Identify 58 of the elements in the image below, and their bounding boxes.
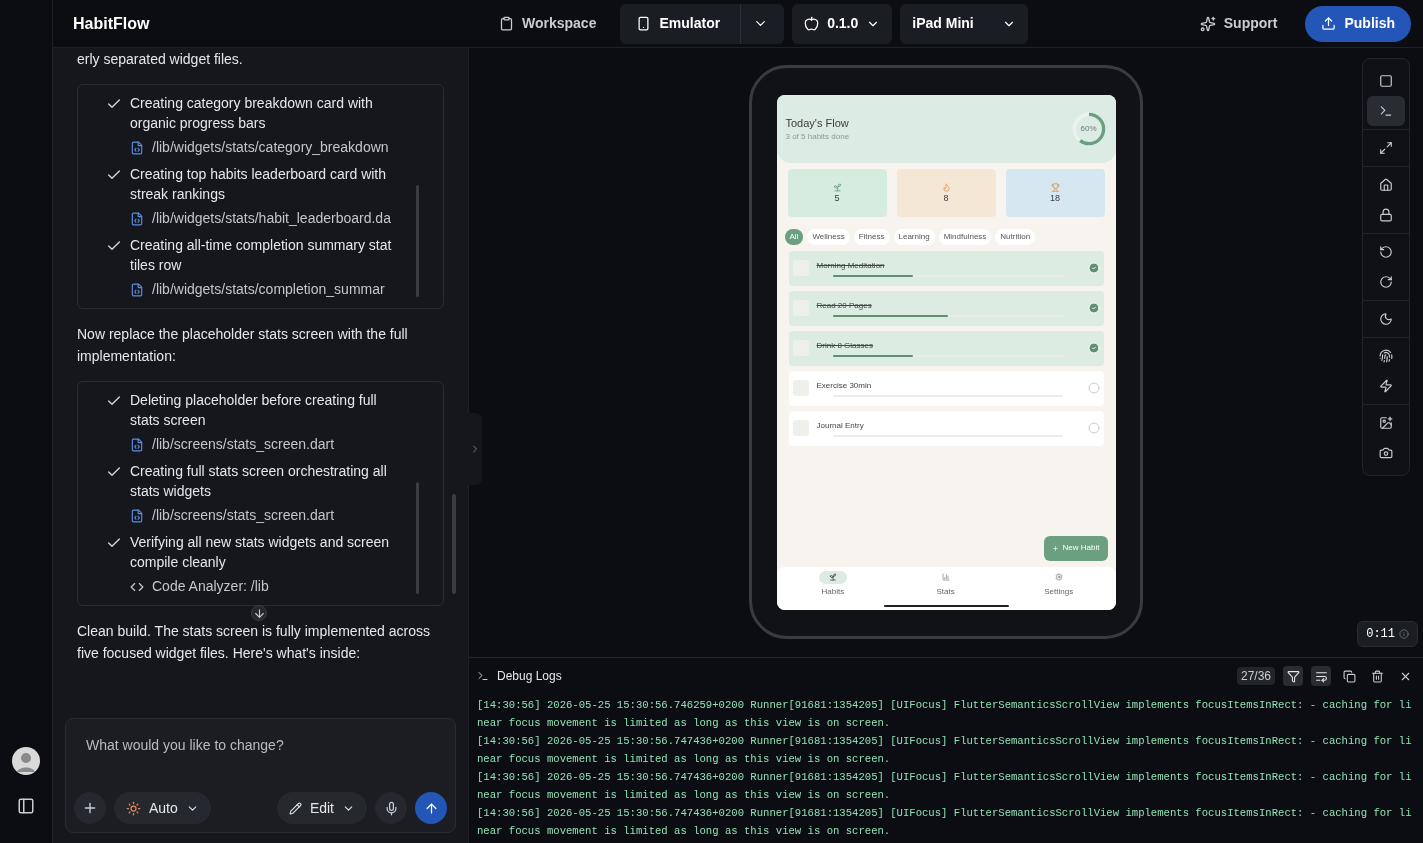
screen-title: Today's Flow	[785, 115, 850, 131]
nav-label: Habits	[821, 585, 845, 598]
view-tab[interactable]: Emulator	[620, 3, 785, 44]
progress-label: 60%	[1080, 124, 1097, 133]
nav-item[interactable]: Settings	[1044, 570, 1074, 598]
nav-item[interactable]: Stats	[931, 570, 960, 598]
habit-row[interactable]: Journal Entry	[788, 410, 1104, 446]
category-chip[interactable]: Nutrition	[995, 228, 1036, 245]
mode-dropdown[interactable]: Auto	[114, 792, 211, 824]
habit-name: Journal Entry	[816, 419, 865, 432]
prompt-field[interactable]: What would you like to change? Auto Edit	[65, 718, 456, 833]
step-text: Creating top habits leaderboard card with streak rankings	[130, 165, 388, 204]
step-text: Creating full stats screen orchestrating all stats widgets	[130, 462, 388, 501]
habit-name: Read 20 Pages	[816, 299, 873, 312]
nav-label: Stats	[936, 585, 955, 598]
category-chip[interactable]: Learning	[893, 228, 935, 245]
message-text: erly separated widget files.	[77, 50, 244, 69]
habit-name: Drink 8 Glasses	[816, 339, 874, 352]
stat-value: 8	[943, 193, 949, 203]
habit-row[interactable]: Read 20 Pages	[788, 290, 1104, 326]
step-text: Deleting placeholder before creating full stats screen	[130, 391, 378, 430]
category-chip[interactable]: Wellness	[807, 228, 850, 245]
log-line: [14:30:56] 2026-05-25 15:30:56.747436+0200 Runner[91681:1354205] [UIFocus] FlutterSemanticsScrollView implements focusItemsInRect: - caching for linear focus movement is limited as long as this view is on screen.	[477, 806, 1413, 839]
version-dropdown[interactable]: 0.1.0	[792, 3, 893, 44]
device-dropdown[interactable]: iPad Mini	[900, 3, 1029, 44]
stat-value: 18	[1050, 193, 1060, 203]
log-line: [14:30:56] 2026-05-25 15:30:56.746259+0200 Runner[91681:1354205] [UIFocus] FlutterSemanticsScrollView implements focusItemsInRect: - caching for linear focus movement is limited as long as this view is on screen.	[477, 698, 1413, 731]
message-text: Now replace the placeholder stats screen with the full implementation:	[77, 325, 409, 366]
habit-row[interactable]: Drink 8 Glasses	[788, 330, 1104, 366]
habit-name: Exercise 30min	[816, 379, 873, 392]
timer-text: 0:11	[1366, 626, 1395, 643]
habit-row[interactable]: Morning Meditation	[788, 250, 1104, 286]
screen-subtitle: 3 of 5 habits done	[785, 131, 850, 143]
file-path[interactable]: /lib/widgets/stats/category_breakdown	[152, 137, 389, 158]
category-chip[interactable]: Mindfulness	[938, 228, 992, 245]
file-path[interactable]: /lib/screens/stats_screen.dart	[152, 434, 335, 455]
habit-name: Morning Meditation	[816, 259, 886, 272]
stat-value: 5	[834, 193, 840, 203]
habit-row[interactable]: Exercise 30min	[788, 370, 1104, 406]
message-text: Clean build. The stats screen is fully implemented across five focused widget files. Here's what's inside:	[77, 622, 431, 663]
step-text: Verifying all new stats widgets and screen compile cleanly	[130, 533, 391, 572]
log-line: [14:30:56] 2026-05-25 15:30:56.747436+0200 Runner[91681:1354205] [UIFocus] FlutterSemanticsScrollView implements focusItemsInRect: - caching for linear focus movement is limited as long as this view is on screen.	[477, 734, 1413, 767]
nav-label: Settings	[1044, 585, 1074, 598]
file-path[interactable]: /lib/widgets/stats/completion_summar	[152, 279, 385, 300]
support-button[interactable]: Support	[1187, 13, 1290, 34]
file-path[interactable]: /lib/widgets/stats/habit_leaderboard.da	[152, 208, 391, 229]
log-count: 27/36	[1236, 667, 1275, 685]
view-tab[interactable]: Workspace	[483, 3, 613, 44]
tool-label: Code Analyzer: /lib	[152, 577, 269, 596]
category-chip[interactable]: Fitness	[853, 228, 890, 245]
step-text: Creating category breakdown card with organic progress bars	[130, 94, 374, 133]
publish-button[interactable]: Publish	[1305, 5, 1411, 42]
step-text: Creating all-time completion summary stat tiles row	[130, 236, 393, 275]
file-path[interactable]: /lib/screens/stats_screen.dart	[152, 505, 335, 526]
app-title: HabitFlow	[73, 13, 150, 34]
edit-dropdown[interactable]: Edit	[276, 792, 367, 824]
log-line: [14:30:56] 2026-05-25 15:30:56.747436+0200 Runner[91681:1354205] [UIFocus] FlutterSemanticsScrollView implements focusItemsInRect: - caching for linear focus movement is limited as long as this view is on screen.	[477, 770, 1413, 803]
logs-title: Debug Logs	[497, 668, 562, 685]
